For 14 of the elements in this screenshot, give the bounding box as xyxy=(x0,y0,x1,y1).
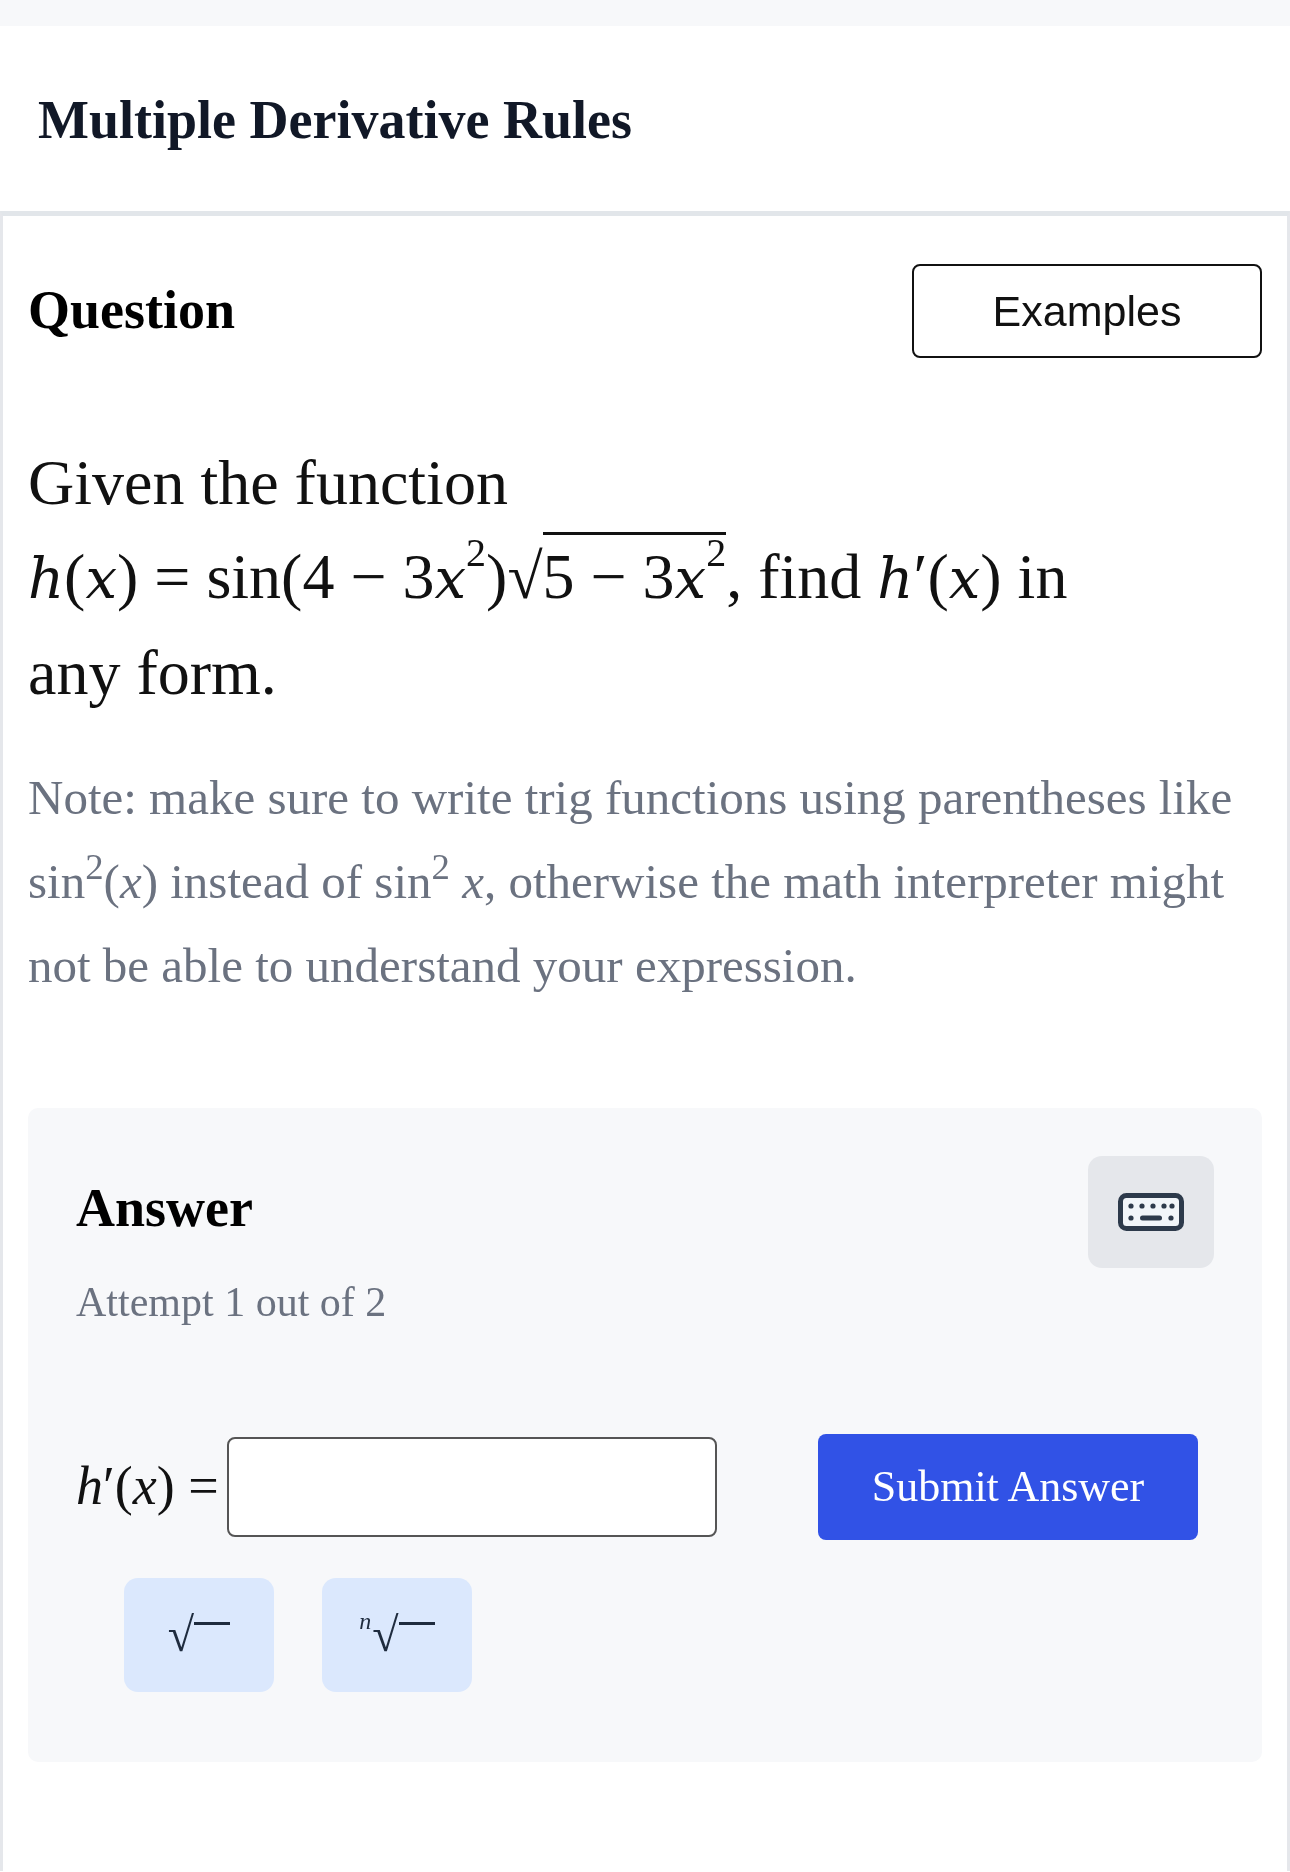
keyboard-icon xyxy=(1118,1192,1184,1231)
square-root-button[interactable]: √ xyxy=(124,1577,274,1692)
keyboard-button[interactable] xyxy=(1088,1155,1214,1268)
examples-button[interactable]: Examples xyxy=(912,263,1262,358)
answer-heading: Answer xyxy=(76,1176,254,1240)
note-text: Note: make sure to write trig functions using parentheses like sin$^{2}$(x) instead of sin$^{2}$ x, otherwise the math interpreter might not be able to understand your expression. xyxy=(28,768,1234,995)
submit-button[interactable]: Submit Answer xyxy=(818,1433,1198,1540)
answer-label: h′(x) = xyxy=(76,1455,219,1519)
attempt-counter: Attempt 1 out of 2 xyxy=(76,1277,387,1327)
answer-field[interactable] xyxy=(226,1436,717,1537)
page-title: Multiple Derivative Rules xyxy=(37,89,633,152)
nth-root-button[interactable]: $^{n}$√ xyxy=(322,1577,472,1692)
question-heading: Question xyxy=(28,279,236,343)
question-text: Given the function h(x) = sin(4 − 3x$^{2}$)√5 − 3x$^{2}$, find h′(x) in any form. xyxy=(28,445,1069,710)
